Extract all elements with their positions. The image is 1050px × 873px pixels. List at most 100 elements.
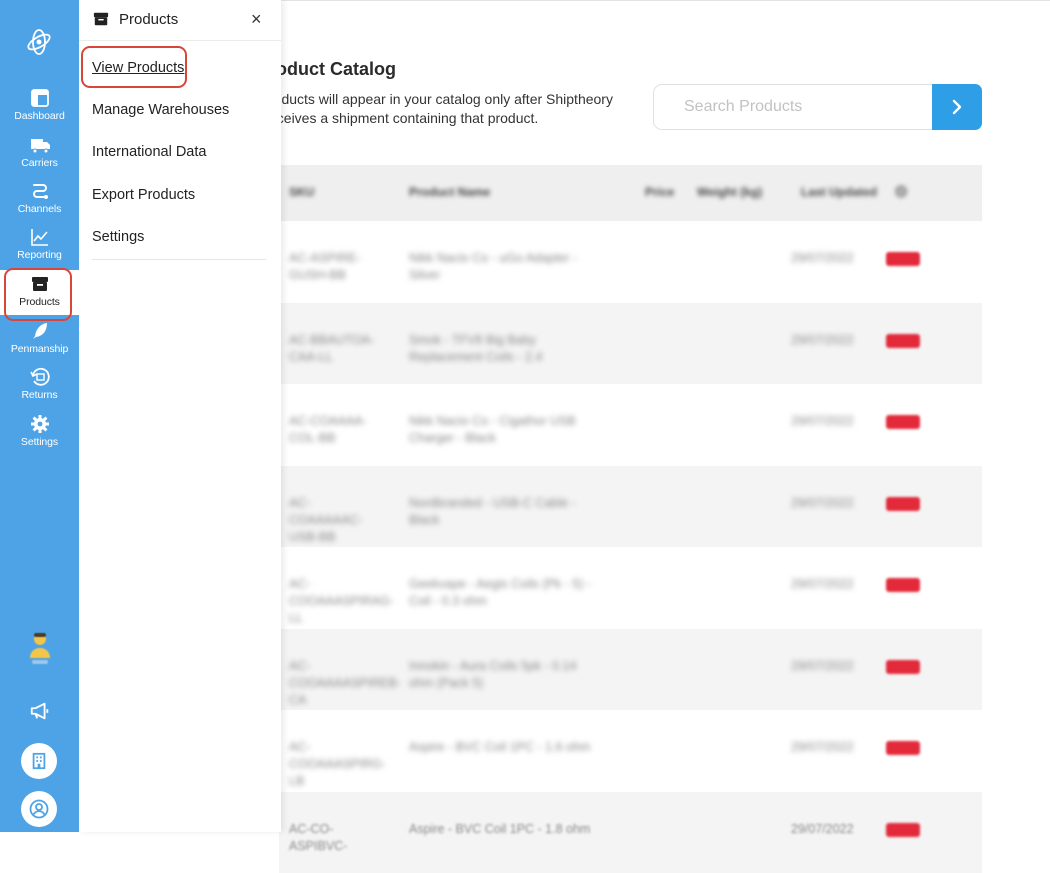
sidebar-item-label: Products (0, 296, 79, 308)
cell-sku: AC-COOAAASPIRAG-LL (289, 576, 384, 627)
user-icon (29, 799, 49, 819)
sidebar-item-label: Carriers (0, 157, 79, 169)
cell-last-updated: 29/07/2022 (791, 658, 854, 675)
status-badge[interactable] (886, 415, 920, 429)
table-body: AC-ASPIRE-GUSH-BB Nikk Nacio Co - uGo Ad… (279, 221, 982, 873)
support-agent[interactable] (0, 630, 79, 671)
cell-product-name: Nikk Nacio Co - uGo Adapter - Silver (409, 250, 594, 284)
sidebar-item-carriers[interactable]: Carriers (0, 134, 79, 180)
column-header-product-name[interactable]: Product Name (409, 185, 490, 199)
cell-last-updated: 29/07/2022 (791, 250, 854, 267)
feather-pen-icon (29, 320, 51, 342)
dashboard-icon (29, 87, 51, 109)
table-row[interactable]: AC-CO-ASPIBVC- Aspire - BVC Coil 1PC - 1… (279, 792, 982, 873)
sidebar-item-products[interactable]: Products (0, 270, 79, 315)
cell-product-name: Nikk Nacio Co - Cigathor USB Charger - B… (409, 413, 594, 447)
flyout-title: Products (119, 11, 178, 28)
cell-sku: AC-COOAAAASPIREB-CA (289, 658, 384, 709)
cell-product-name: Aspire - BVC Coil 1PC - 1.8 ohm (409, 821, 594, 838)
sidebar-item-label: Channels (0, 203, 79, 215)
table-row[interactable]: AC-COOAAAASPIREB-CA Innokin - Aura Coils… (279, 629, 982, 711)
table-row[interactable]: AC-ASPIRE-GUSH-BB Nikk Nacio Co - uGo Ad… (279, 221, 982, 303)
cell-sku: AC-CO-ASPIBVC- (289, 821, 384, 855)
table-row[interactable]: AC-COAAAAAC-USB-BB Nordbranded - USB-C C… (279, 466, 982, 548)
channels-icon (29, 180, 51, 202)
cell-last-updated: 29/07/2022 (791, 576, 854, 593)
cell-sku: AC-COOAAASPIRG-LB (289, 739, 384, 790)
table-row[interactable]: AC-COAAAA-COL-BB Nikk Nacio Co - Cigatho… (279, 384, 982, 466)
sidebar-item-returns[interactable]: Returns (0, 366, 79, 412)
sidebar-item-label: Penmanship (0, 343, 79, 355)
column-header-last-updated[interactable]: Last Updated (801, 185, 877, 199)
menu-item-view-products[interactable]: View Products (92, 60, 184, 76)
menu-item-international-data[interactable]: International Data (92, 144, 206, 160)
chart-line-icon (29, 226, 51, 248)
products-flyout-menu: Products × View Products Manage Warehous… (79, 0, 281, 832)
sidebar-item-label: Reporting (0, 249, 79, 261)
products-table: SKU Product Name Price Weight (kg) Last … (279, 165, 982, 873)
announcements[interactable] (0, 700, 79, 727)
close-icon[interactable]: × (251, 9, 262, 30)
cell-last-updated: 29/07/2022 (791, 821, 854, 838)
menu-item-export-products[interactable]: Export Products (92, 187, 195, 203)
table-header: SKU Product Name Price Weight (kg) Last … (279, 165, 982, 221)
return-box-icon (29, 366, 51, 388)
column-header-price[interactable]: Price (645, 185, 674, 199)
sidebar-item-dashboard[interactable]: Dashboard (0, 87, 79, 133)
gear-icon (29, 413, 51, 435)
cell-last-updated: 29/07/2022 (791, 413, 854, 430)
column-settings-gear-icon[interactable]: ⚙ (894, 182, 908, 202)
status-badge[interactable] (886, 823, 920, 837)
cell-sku: AC-ASPIRE-GUSH-BB (289, 250, 384, 284)
column-header-sku[interactable]: SKU (289, 185, 314, 199)
user-profile-button[interactable] (21, 791, 57, 827)
company-button[interactable] (21, 743, 57, 779)
cell-last-updated: 29/07/2022 (791, 495, 854, 512)
cell-product-name: Innokin - Aura Coils 5pk - 0.14 ohm (Pac… (409, 658, 594, 692)
cell-product-name: Nordbranded - USB-C Cable - Black (409, 495, 594, 529)
menu-item-manage-warehouses[interactable]: Manage Warehouses (92, 102, 229, 118)
status-badge[interactable] (886, 497, 920, 511)
megaphone-icon (29, 700, 51, 722)
search-box (653, 84, 933, 130)
flyout-header: Products × (79, 0, 281, 41)
sidebar-item-channels[interactable]: Channels (0, 180, 79, 226)
cell-last-updated: 29/07/2022 (791, 739, 854, 756)
status-badge[interactable] (886, 660, 920, 674)
sidebar-item-label: Settings (0, 436, 79, 448)
cell-sku: AC-BBAUTOA-CAA-LL (289, 332, 384, 366)
sidebar-item-settings[interactable]: Settings (0, 413, 79, 459)
flyout-divider (92, 259, 266, 260)
building-icon (30, 752, 48, 770)
main-content: roduct Catalog roducts will appear in yo… (281, 0, 1050, 832)
sidebar-item-label: Returns (0, 389, 79, 401)
cell-product-name: Smok - TFV8 Big Baby Replacement Coils -… (409, 332, 594, 366)
table-row[interactable]: AC-COOAAASPIRAG-LL Geekvape - Aegis Coil… (279, 547, 982, 629)
table-row[interactable]: AC-BBAUTOA-CAA-LL Smok - TFV8 Big Baby R… (279, 303, 982, 385)
status-badge[interactable] (886, 578, 920, 592)
status-badge[interactable] (886, 334, 920, 348)
top-divider (281, 0, 1050, 1)
sidebar-item-reporting[interactable]: Reporting (0, 226, 79, 272)
search-button[interactable] (932, 84, 982, 130)
sidebar-item-penmanship[interactable]: Penmanship (0, 320, 79, 366)
column-header-weight[interactable]: Weight (kg) (697, 185, 762, 199)
cell-sku: AC-COAAAA-COL-BB (289, 413, 384, 447)
cell-product-name: Geekvape - Aegis Coils (Pk - 5) - Coil -… (409, 576, 594, 610)
page-title: roduct Catalog (269, 59, 396, 80)
status-badge[interactable] (886, 741, 920, 755)
cell-product-name: Aspire - BVC Coil 1PC - 1.6 ohm (409, 739, 594, 756)
atom-logo-icon[interactable] (24, 27, 54, 57)
chevron-right-icon (950, 98, 964, 116)
archive-box-icon (29, 273, 51, 295)
support-agent-icon (26, 630, 54, 666)
cell-last-updated: 29/07/2022 (791, 332, 854, 349)
cell-sku: AC-COAAAAAC-USB-BB (289, 495, 384, 546)
menu-item-settings[interactable]: Settings (92, 229, 144, 245)
search-input[interactable] (654, 85, 933, 129)
sidebar-item-label: Dashboard (0, 110, 79, 122)
page-description: roducts will appear in your catalog only… (269, 90, 619, 128)
sidebar-rail: Dashboard Carriers Channels Reporting Pr… (0, 0, 79, 832)
status-badge[interactable] (886, 252, 920, 266)
table-row[interactable]: AC-COOAAASPIRG-LB Aspire - BVC Coil 1PC … (279, 710, 982, 792)
